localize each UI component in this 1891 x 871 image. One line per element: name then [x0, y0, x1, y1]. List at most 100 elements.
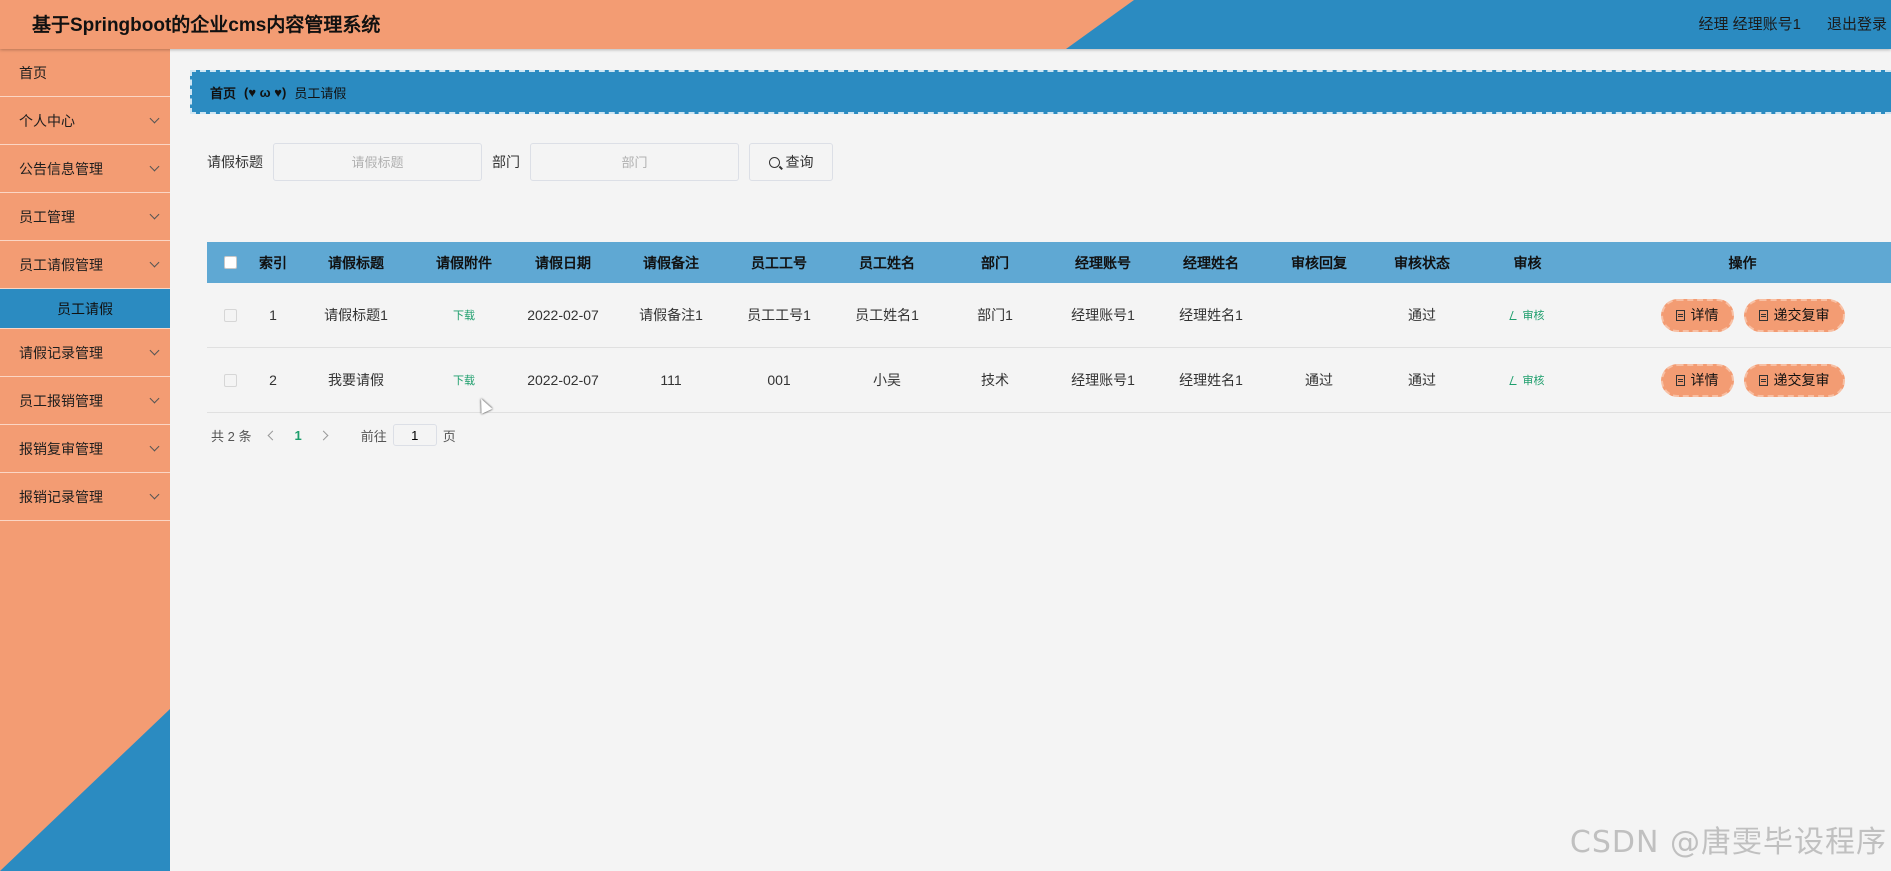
row-checkbox[interactable]: [223, 308, 237, 322]
title-search-input[interactable]: [273, 143, 482, 181]
sidebar-item-leave-management[interactable]: 员工请假管理: [0, 241, 170, 289]
row-checkbox[interactable]: [223, 373, 237, 387]
sidebar-subitem-employee-leave[interactable]: 员工请假: [0, 289, 170, 329]
breadcrumb: 首页 (♥ ω ♥) 员工请假: [190, 70, 1891, 114]
watermark: CSDN @唐雯毕设程序: [1569, 825, 1887, 860]
column-header: 经理账号: [1075, 254, 1131, 271]
sidebar-item-label: 报销记录管理: [19, 488, 103, 505]
title-search-label: 请假标题: [207, 154, 263, 170]
query-button-label: 查询: [785, 154, 814, 170]
column-header: 操作: [1728, 254, 1757, 271]
select-all-checkbox[interactable]: [223, 256, 237, 269]
goto-page-input[interactable]: [392, 424, 437, 446]
document-icon: [1758, 374, 1768, 386]
status-cell: 通过: [1408, 372, 1436, 388]
query-button[interactable]: 查询: [749, 143, 833, 181]
sidebar-item-leave-records[interactable]: 请假记录管理: [0, 329, 170, 377]
dept-cell: 技术: [981, 372, 1009, 388]
header-select-all-cell: [207, 242, 253, 283]
resubmit-button-label: 递交复审: [1773, 307, 1830, 323]
logout-link[interactable]: 退出登录: [1827, 13, 1887, 34]
goto-label: 前往: [360, 428, 387, 444]
detail-button[interactable]: 详情: [1660, 298, 1734, 332]
resubmit-review-button[interactable]: 递交复审: [1743, 363, 1845, 397]
chevron-down-icon: [149, 209, 160, 220]
sidebar-item-notice-management[interactable]: 公告信息管理: [0, 145, 170, 193]
column-header: 审核状态: [1394, 254, 1450, 271]
chevron-down-icon: [149, 257, 160, 268]
document-icon: [1758, 309, 1768, 321]
sidebar-item-label: 员工管理: [19, 208, 75, 225]
edit-icon: [1508, 375, 1520, 385]
sidebar-item-label: 公告信息管理: [19, 160, 103, 177]
table-header-row: 索引 请假标题 请假附件 请假日期 请假备注 员工工号 员工姓名 部门 经理账号…: [207, 242, 1891, 283]
column-header: 员工工号: [751, 254, 807, 271]
note-cell: 请假备注1: [639, 307, 703, 323]
title-cell: 请假标题1: [324, 307, 388, 323]
audit-cell: 审核: [1471, 283, 1584, 347]
download-link[interactable]: 下载: [453, 372, 475, 388]
sidebar-item-reimbursement-records[interactable]: 报销记录管理: [0, 473, 170, 521]
audit-cell: 审核: [1471, 348, 1584, 412]
attachment-cell: 下载: [419, 348, 509, 412]
emp-no-cell: 001: [767, 372, 791, 388]
sidebar-item-label: 首页: [19, 64, 47, 81]
detail-button-label: 详情: [1690, 372, 1719, 388]
actions-cell: 详情 递交复审: [1584, 283, 1891, 347]
resubmit-button-label: 递交复审: [1773, 372, 1830, 388]
sidebar-item-personal-center[interactable]: 个人中心: [0, 97, 170, 145]
download-link[interactable]: 下载: [453, 307, 475, 323]
chevron-down-icon: [149, 345, 160, 356]
attachment-cell: 下载: [419, 283, 509, 347]
reply-cell: [1265, 283, 1373, 347]
page-suffix: 页: [442, 428, 456, 444]
audit-link[interactable]: 审核: [1508, 307, 1545, 323]
row-select-cell: [207, 283, 253, 347]
sidebar-item-label: 员工报销管理: [19, 392, 103, 409]
sidebar-item-home[interactable]: 首页: [0, 49, 170, 97]
index-cell: 1: [269, 307, 277, 323]
app-title: 基于Springboot的企业cms内容管理系统: [32, 15, 381, 36]
audit-link-label: 审核: [1522, 310, 1545, 322]
mgr-account-cell: 经理账号1: [1071, 307, 1135, 323]
column-header: 部门: [981, 254, 1009, 271]
page-number[interactable]: 1: [294, 428, 301, 443]
column-header: 请假备注: [643, 254, 699, 271]
sidebar-item-reimbursement-management[interactable]: 员工报销管理: [0, 377, 170, 425]
column-header: 请假标题: [328, 254, 384, 271]
sidebar-item-label: 请假记录管理: [19, 344, 103, 361]
audit-link[interactable]: 审核: [1508, 372, 1545, 388]
reply-cell: 通过: [1305, 372, 1333, 388]
resubmit-review-button[interactable]: 递交复审: [1743, 298, 1845, 332]
table-row: 1 请假标题1 下载 2022-02-07 请假备注1 员工工号1 员工姓名1 …: [207, 283, 1891, 348]
note-cell: 111: [660, 372, 682, 388]
sidebar: 首页 个人中心 公告信息管理 员工管理 员工请假管理 员工请假 请假记录管理 员…: [0, 49, 170, 871]
document-icon: [1675, 374, 1685, 386]
dept-search-input[interactable]: [530, 143, 739, 181]
column-header: 索引: [259, 254, 287, 271]
total-count: 共 2 条: [211, 428, 252, 444]
audit-link-label: 审核: [1522, 375, 1545, 387]
next-page-icon[interactable]: [318, 430, 329, 440]
mgr-name-cell: 经理姓名1: [1179, 372, 1243, 388]
leave-table: 索引 请假标题 请假附件 请假日期 请假备注 员工工号 员工姓名 部门 经理账号…: [207, 242, 1891, 413]
chevron-down-icon: [149, 441, 160, 452]
breadcrumb-separator: (♥ ω ♥): [244, 84, 287, 100]
date-cell: 2022-02-07: [527, 307, 599, 323]
sidebar-item-label: 报销复审管理: [19, 440, 103, 457]
sidebar-item-reimbursement-review[interactable]: 报销复审管理: [0, 425, 170, 473]
date-cell: 2022-02-07: [527, 372, 599, 388]
sidebar-item-label: 个人中心: [19, 112, 75, 129]
breadcrumb-home-link[interactable]: 首页: [210, 83, 236, 102]
chevron-down-icon: [149, 161, 160, 172]
index-cell: 2: [269, 372, 277, 388]
sidebar-item-employee-management[interactable]: 员工管理: [0, 193, 170, 241]
emp-name-cell: 员工姓名1: [855, 307, 919, 323]
column-header: 审核: [1513, 254, 1542, 271]
prev-page-icon[interactable]: [268, 430, 278, 440]
chevron-down-icon: [149, 489, 160, 500]
detail-button[interactable]: 详情: [1660, 363, 1734, 397]
search-form: 请假标题 部门 查询: [207, 143, 833, 181]
document-icon: [1675, 309, 1685, 321]
column-header: 经理姓名: [1183, 254, 1239, 271]
